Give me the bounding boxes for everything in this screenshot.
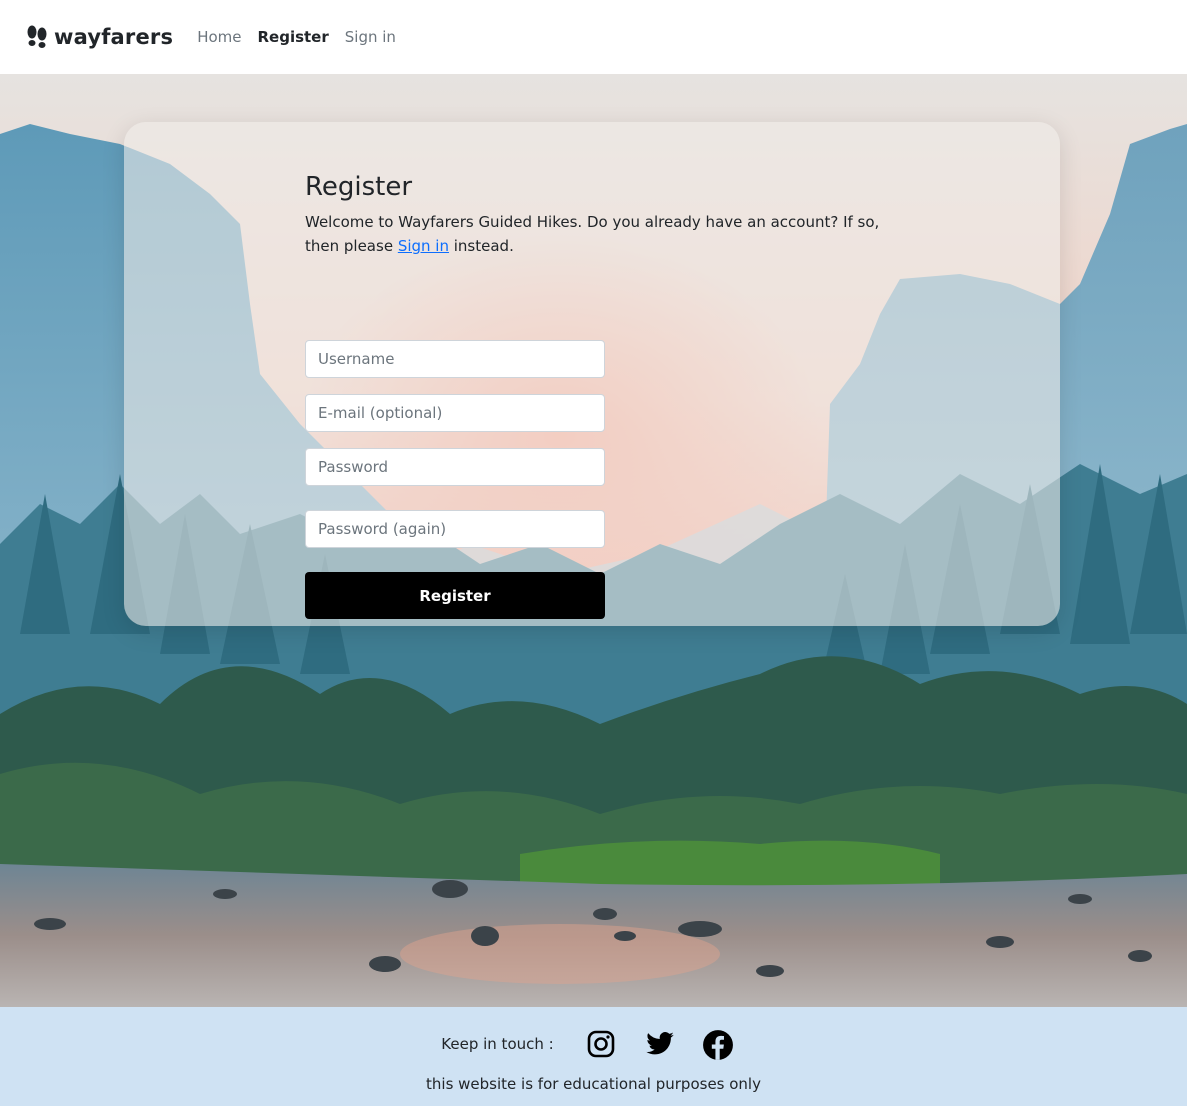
sign-in-link[interactable]: Sign in — [398, 237, 449, 255]
footer-note: this website is for educational purposes… — [426, 1075, 761, 1093]
register-button[interactable]: Register — [305, 572, 605, 619]
hero-background: Register Welcome to Wayfarers Guided Hik… — [0, 74, 1187, 1007]
footer: Keep in touch : this website is for educ… — [0, 1007, 1187, 1106]
nav-link-register[interactable]: Register — [257, 28, 328, 46]
nav-link-home[interactable]: Home — [197, 28, 241, 46]
brand-name: wayfarers — [54, 25, 174, 49]
keep-in-touch-label: Keep in touch : — [441, 1035, 554, 1053]
username-input[interactable] — [305, 340, 605, 378]
page-title: Register — [305, 172, 413, 202]
navbar: wayfarers Home Register Sign in — [0, 0, 1187, 74]
register-card: Register Welcome to Wayfarers Guided Hik… — [124, 122, 1060, 626]
footprints-icon — [27, 25, 47, 48]
intro-text: Welcome to Wayfarers Guided Hikes. Do yo… — [305, 210, 895, 258]
register-form: Register Welcome to Wayfarers Guided Hik… — [305, 172, 905, 619]
intro-text-end: instead. — [448, 237, 514, 255]
brand-link[interactable]: wayfarers — [26, 25, 173, 49]
email-input[interactable] — [305, 394, 605, 432]
password-input[interactable] — [305, 448, 605, 486]
twitter-icon[interactable] — [644, 1029, 674, 1059]
intro-text-start: Welcome to Wayfarers Guided Hikes. Do yo… — [305, 213, 880, 255]
social-row: Keep in touch : — [0, 1029, 1187, 1060]
instagram-icon[interactable] — [586, 1029, 616, 1059]
password-again-input[interactable] — [305, 510, 605, 548]
nav-link-sign-in[interactable]: Sign in — [345, 28, 396, 46]
facebook-icon[interactable] — [702, 1029, 733, 1060]
